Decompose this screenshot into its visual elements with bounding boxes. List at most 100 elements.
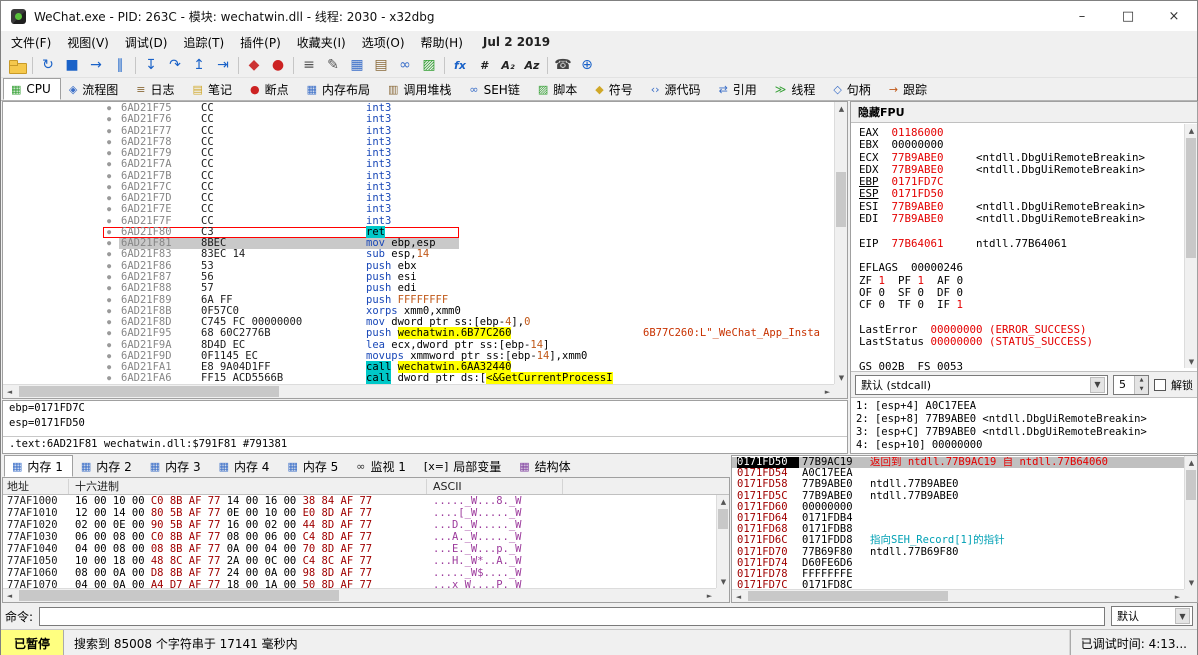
menu-debug[interactable]: 调试(D) <box>117 31 176 54</box>
disasm-row[interactable]: ●6AD21F7ACCint3 <box>3 159 834 170</box>
scroll-up-arrow[interactable]: ▲ <box>1185 124 1198 137</box>
dump-row[interactable]: 77AF100016 00 10 00 C0 8B AF 77 14 00 16… <box>3 495 716 507</box>
tab-watch-1[interactable]: ∞监视 1 <box>348 455 416 477</box>
stack-horizontal-scrollbar[interactable]: ◄ ► <box>732 589 1184 602</box>
breakpoint-dot[interactable]: ● <box>107 295 111 306</box>
menu-options[interactable]: 选项(O) <box>354 31 413 54</box>
tab-memory-3[interactable]: ▦内存 3 <box>142 455 211 477</box>
scroll-down-arrow[interactable]: ▼ <box>1185 355 1198 368</box>
breakpoint-dot[interactable]: ● <box>107 317 111 328</box>
tab-references[interactable]: ⇄引用 <box>711 78 767 100</box>
a-squared-icon[interactable]: A₂ <box>497 55 519 76</box>
tab-struct[interactable]: ▦结构体 <box>511 455 580 477</box>
argument-count-stepper[interactable]: 5 ▲▼ <box>1113 375 1149 395</box>
tab-cpu[interactable]: ▦CPU <box>3 78 61 100</box>
stack-row[interactable]: 0171FD74D60FE6D6 <box>732 558 1184 569</box>
breakpoint-dot[interactable]: ● <box>107 306 111 317</box>
breakpoint-dot[interactable]: ● <box>107 373 111 384</box>
tab-memory-5[interactable]: ▦内存 5 <box>279 455 348 477</box>
dump-row[interactable]: 77AF106008 00 0A 00 D8 8B AF 77 24 00 0A… <box>3 567 716 579</box>
scroll-up-arrow[interactable]: ▲ <box>1185 456 1198 469</box>
tab-memory-4[interactable]: ▦内存 4 <box>211 455 280 477</box>
register-line[interactable]: LastStatus 00000000 (STATUS_SUCCESS) <box>859 336 1184 348</box>
breakpoint-dot[interactable]: ● <box>107 159 111 170</box>
breakpoint-dot[interactable]: ● <box>107 216 111 227</box>
menu-plugins[interactable]: 插件(P) <box>232 31 289 54</box>
menu-help[interactable]: 帮助(H) <box>413 31 471 54</box>
tab-symbols[interactable]: ◆符号 <box>587 78 642 100</box>
scroll-left-arrow[interactable]: ◄ <box>3 385 16 398</box>
execute-till-return-icon[interactable]: ↥ <box>188 55 210 76</box>
dump-row[interactable]: 77AF102002 00 0E 00 90 5B AF 77 16 00 02… <box>3 519 716 531</box>
scroll-left-arrow[interactable]: ◄ <box>3 589 16 602</box>
scroll-left-arrow[interactable]: ◄ <box>732 590 745 603</box>
disasm-row[interactable]: ●6AD21F7ECCint3 <box>3 204 834 215</box>
dump-row[interactable]: 77AF101012 00 14 00 80 5B AF 77 0E 00 10… <box>3 507 716 519</box>
tab-threads[interactable]: ≫线程 <box>767 78 826 100</box>
scroll-up-arrow[interactable]: ▲ <box>717 495 730 508</box>
breakpoint-dot[interactable]: ● <box>107 114 111 125</box>
notes-icon[interactable]: ✎ <box>322 55 344 76</box>
breakpoint-dot[interactable]: ● <box>107 249 111 260</box>
stack-row[interactable]: 0171FD5C77B9ABE0ntdll.77B9ABE0 <box>732 491 1184 502</box>
tab-notes[interactable]: ▤笔记 <box>185 78 242 100</box>
chevron-down-icon[interactable]: ▼ <box>1090 377 1105 393</box>
tab-graph[interactable]: ◈流程图 <box>61 78 128 100</box>
stack-row[interactable]: 0171FD78FFFFFFFE <box>732 569 1184 580</box>
register-line[interactable]: EDI 77B9ABE0 <ntdll.DbgUiRemoteBreakin> <box>859 213 1184 225</box>
step-into-icon[interactable]: ↧ <box>140 55 162 76</box>
spinner-down-icon[interactable]: ▼ <box>1135 385 1148 394</box>
tab-memory-2[interactable]: ▦内存 2 <box>73 455 142 477</box>
breakpoint-dot[interactable]: ● <box>107 328 111 339</box>
stack-vertical-scrollbar[interactable]: ▲ ▼ <box>1184 456 1197 589</box>
stack-row[interactable]: 0171FD7C0171FD8C <box>732 580 1184 589</box>
seh-chain-icon[interactable]: ∞ <box>394 55 416 76</box>
breakpoint-dot[interactable]: ● <box>107 238 111 249</box>
tab-log[interactable]: ≡日志 <box>128 78 184 100</box>
registers-scrollbar[interactable]: ▲ ▼ <box>1184 124 1197 368</box>
breakpoint-dot[interactable]: ● <box>107 272 111 283</box>
breakpoint-dot[interactable]: ● <box>107 126 111 137</box>
run-icon[interactable]: → <box>85 55 107 76</box>
breakpoint-dot[interactable]: ● <box>107 340 111 351</box>
breakpoint-dot[interactable]: ● <box>107 171 111 182</box>
scroll-up-arrow[interactable]: ▲ <box>835 102 848 115</box>
stack-row[interactable]: 0171FD640171FDB4 <box>732 513 1184 524</box>
call-stack-icon[interactable]: ▤ <box>370 55 392 76</box>
chevron-down-icon[interactable]: ▼ <box>1175 608 1190 624</box>
dump-horizontal-scrollbar[interactable]: ◄ ► <box>3 588 716 602</box>
spinner-up-icon[interactable]: ▲ <box>1135 376 1148 385</box>
breakpoint-dot[interactable]: ● <box>107 204 111 215</box>
stack-row[interactable]: 0171FD6000000000 <box>732 502 1184 513</box>
tab-source[interactable]: ‹›源代码 <box>643 78 711 100</box>
scroll-right-arrow[interactable]: ► <box>821 385 834 398</box>
disasm-horizontal-scrollbar[interactable]: ◄ ► <box>3 384 834 398</box>
dump-col-address[interactable]: 地址 <box>7 479 69 494</box>
breakpoints-icon[interactable]: ● <box>267 55 289 76</box>
menu-trace[interactable]: 追踪(T) <box>175 31 232 54</box>
menu-favourites[interactable]: 收藏夹(I) <box>289 31 354 54</box>
breakpoint-dot[interactable]: ● <box>107 362 111 373</box>
register-line[interactable]: CF 0 TF 0 IF 1 <box>859 299 1184 311</box>
function-icon[interactable]: fx <box>449 55 471 76</box>
breakpoint-dot[interactable]: ● <box>107 103 111 114</box>
tab-memory-1[interactable]: ▦内存 1 <box>4 455 73 477</box>
dump-row[interactable]: 77AF105010 00 18 00 48 8C AF 77 2A 00 0C… <box>3 555 716 567</box>
hide-fpu-button[interactable]: 隐藏FPU <box>851 102 1197 123</box>
calling-convention-select[interactable]: 默认 (stdcall) ▼ <box>855 375 1108 395</box>
scroll-down-arrow[interactable]: ▼ <box>835 371 848 384</box>
stop-icon[interactable]: ■ <box>61 55 83 76</box>
breakpoint-dot[interactable]: ● <box>107 261 111 272</box>
restart-icon[interactable]: ↻ <box>37 55 59 76</box>
breakpoint-dot[interactable]: ● <box>107 148 111 159</box>
script-icon[interactable]: ▨ <box>418 55 440 76</box>
scroll-right-arrow[interactable]: ► <box>703 589 716 602</box>
patches-icon[interactable]: ◆ <box>243 55 265 76</box>
command-profile-select[interactable]: 默认 ▼ <box>1111 606 1193 626</box>
open-file-icon[interactable] <box>6 55 28 76</box>
breakpoint-dot[interactable]: ● <box>107 182 111 193</box>
menu-file[interactable]: 文件(F) <box>3 31 59 54</box>
breakpoint-dot[interactable]: ● <box>107 193 111 204</box>
tab-locals[interactable]: [x=]局部变量 <box>416 455 511 477</box>
stack-row[interactable]: 0171FD5077B9AC19返回到 ntdll.77B9AC19 自 ntd… <box>732 457 1184 468</box>
